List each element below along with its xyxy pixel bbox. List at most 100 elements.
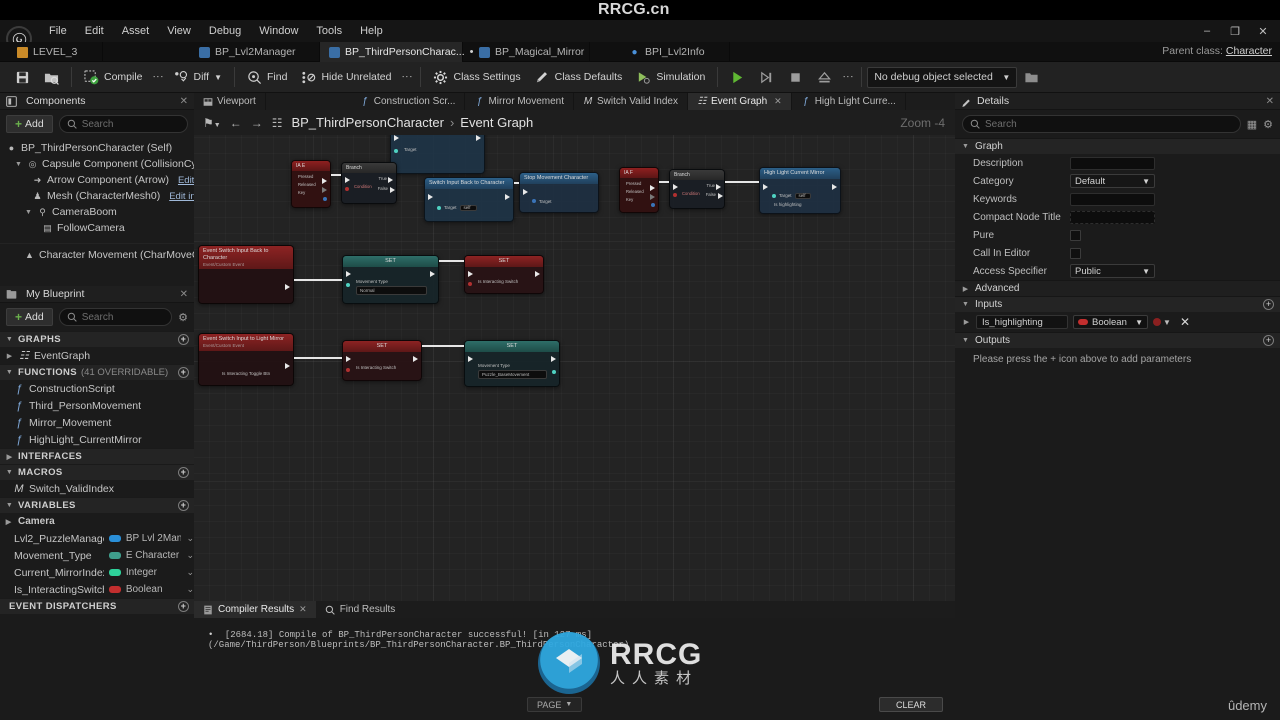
- component-row-followcamera[interactable]: ▤ FollowCamera: [0, 220, 194, 236]
- variable-row-movement-type[interactable]: Movement_Type E Character I ⌄: [0, 547, 194, 564]
- graph-tab-viewport[interactable]: Viewport: [194, 93, 266, 110]
- menu-item-edit[interactable]: Edit: [76, 22, 113, 40]
- node-combo-value[interactable]: Normal: [356, 285, 427, 295]
- graph-node-switch-input-to-mirror[interactable]: Switch Input Back to Mirror Target: [390, 135, 485, 174]
- component-row-arrow[interactable]: ➜ Arrow Component (Arrow) Edit in C++: [0, 172, 225, 188]
- add-macro-icon[interactable]: +: [178, 467, 189, 478]
- add-output-icon[interactable]: +: [1263, 335, 1274, 346]
- close-button[interactable]: ✕: [1250, 22, 1276, 40]
- minimize-button[interactable]: –: [1194, 22, 1220, 40]
- my-blueprint-search-input[interactable]: Search: [58, 308, 173, 326]
- graph-node-branch-1[interactable]: Branch Condition True False: [341, 162, 397, 205]
- function-item-highlight-currentmirror[interactable]: ƒ HighLight_CurrentMirror: [0, 431, 194, 448]
- graph-node-stop-movement[interactable]: Stop Movement Character Target: [519, 172, 599, 213]
- chevron-right-icon[interactable]: ▶: [4, 518, 13, 526]
- graph-node-high-light-current-mirror[interactable]: High Light Current Mirror Target self Is…: [759, 167, 841, 214]
- function-item-third-personmovement[interactable]: ƒ Third_PersonMovement: [0, 397, 194, 414]
- add-blueprint-item-button[interactable]: + Add: [6, 308, 53, 326]
- menu-item-debug[interactable]: Debug: [200, 22, 250, 40]
- menu-item-tools[interactable]: Tools: [307, 22, 351, 40]
- input-container-type[interactable]: ▼: [1153, 316, 1175, 329]
- graph-tab-construction-script[interactable]: ƒ Construction Scr...: [351, 93, 466, 110]
- menu-item-view[interactable]: View: [158, 22, 200, 40]
- menu-item-file[interactable]: File: [40, 22, 76, 40]
- eject-button[interactable]: [810, 64, 839, 90]
- debug-object-select[interactable]: No debug object selected ▼: [867, 66, 1018, 88]
- section-macros[interactable]: ▼ MACROS +: [0, 464, 194, 480]
- asset-tab-level3[interactable]: LEVEL_3: [8, 42, 103, 62]
- details-search-input[interactable]: Search: [962, 115, 1241, 133]
- macro-item-switch-validindex[interactable]: M Switch_ValidIndex: [0, 480, 194, 497]
- compile-options-dots[interactable]: ⋮: [150, 71, 167, 83]
- add-event-dispatcher-icon[interactable]: +: [178, 601, 189, 612]
- chevron-down-icon[interactable]: ▼: [14, 161, 23, 168]
- gear-icon[interactable]: ⚙: [178, 311, 188, 324]
- grid-view-icon[interactable]: ▦: [1247, 118, 1257, 131]
- section-graphs[interactable]: ▼ GRAPHS +: [0, 331, 194, 347]
- asset-tab-bpi-lvl2info[interactable]: ● BPI_Lvl2Info: [620, 42, 730, 62]
- find-button[interactable]: Find: [240, 64, 294, 90]
- add-function-icon[interactable]: +: [178, 367, 189, 378]
- graph-node-event-switch-input-back-to-character[interactable]: Event Switch Input Back to Character Eve…: [198, 245, 294, 305]
- close-icon[interactable]: ✕: [774, 96, 782, 107]
- call-in-editor-checkbox[interactable]: [1070, 247, 1081, 259]
- category-select[interactable]: Default ▼: [1070, 174, 1155, 188]
- add-variable-icon[interactable]: +: [178, 500, 189, 511]
- graph-node-set-movement-type-1[interactable]: SET Movement Type Normal: [342, 255, 439, 304]
- close-icon[interactable]: ✕: [180, 96, 188, 107]
- graph-node-event-switch-input-to-light-mirror[interactable]: Event Switch Input to Light Mirror Event…: [198, 333, 294, 386]
- variable-category-camera[interactable]: ▶ Camera: [0, 513, 194, 530]
- menu-item-window[interactable]: Window: [250, 22, 307, 40]
- simulation-button[interactable]: Simulation: [629, 64, 712, 90]
- keywords-input[interactable]: [1070, 192, 1155, 206]
- pure-checkbox[interactable]: [1070, 229, 1081, 241]
- visibility-toggle-icon[interactable]: ⌄: [186, 567, 194, 578]
- section-functions[interactable]: ▼ FUNCTIONS (41 OVERRIDABLE) +: [0, 364, 194, 380]
- chevron-down-icon[interactable]: ▼: [24, 209, 33, 216]
- browse-button[interactable]: [37, 64, 66, 90]
- component-row-capsule[interactable]: ▼ ◎ Capsule Component (CollisionCylinder…: [0, 156, 226, 172]
- node-combo-value[interactable]: Puzzle_BaseMovement: [478, 369, 547, 379]
- asset-tab-bp-thirdpersoncharacter[interactable]: BP_ThirdPersonCharac... • ✕: [320, 42, 489, 62]
- graph-tab-switch-valid-index[interactable]: M Switch Valid Index: [574, 93, 688, 110]
- graph-node-input-key-1[interactable]: IA E Pressed Released Key: [291, 160, 331, 209]
- compact-node-title-input[interactable]: [1070, 210, 1155, 224]
- details-section-advanced[interactable]: ▶ Advanced: [955, 280, 1280, 296]
- asset-tab-bp-magical-mirror[interactable]: BP_Magical_Mirror: [470, 42, 590, 62]
- add-input-icon[interactable]: +: [1263, 299, 1274, 310]
- input-name-field[interactable]: Is_highlighting: [976, 315, 1068, 329]
- class-settings-button[interactable]: Class Settings: [426, 64, 527, 90]
- section-variables[interactable]: ▼ VARIABLES +: [0, 497, 194, 513]
- details-section-outputs[interactable]: ▼ Outputs +: [955, 332, 1280, 348]
- chevron-right-icon[interactable]: ▶: [962, 318, 971, 326]
- component-row-self[interactable]: ● BP_ThirdPersonCharacter (Self): [0, 140, 194, 156]
- variable-row-is-interactingswitch[interactable]: Is_InteractingSwitch Boolean ⌄: [0, 581, 194, 598]
- input-type-select[interactable]: Boolean ▼: [1073, 315, 1148, 329]
- function-item-mirror-movement[interactable]: ƒ Mirror_Movement: [0, 414, 194, 431]
- menu-item-asset[interactable]: Asset: [113, 22, 159, 40]
- maximize-button[interactable]: ❐: [1222, 22, 1248, 40]
- description-input[interactable]: [1070, 156, 1155, 170]
- section-event-dispatchers[interactable]: EVENT DISPATCHERS +: [0, 598, 194, 614]
- component-row-mesh[interactable]: ♟ Mesh (CharacterMesh0) Edit in C++: [0, 188, 216, 204]
- page-dropdown-button[interactable]: PAGE ▼: [527, 697, 583, 712]
- graph-node-branch-2[interactable]: Branch Condition True False: [669, 169, 725, 210]
- component-row-cameraboom[interactable]: ▼ ⚲ CameraBoom: [0, 204, 194, 220]
- visibility-toggle-icon[interactable]: ⌄: [186, 550, 194, 561]
- results-tab-find[interactable]: Find Results: [316, 601, 405, 618]
- chevron-right-icon[interactable]: ▶: [5, 352, 14, 360]
- bookmark-icon[interactable]: ⚑▼: [203, 116, 221, 130]
- details-section-graph[interactable]: ▼ Graph: [955, 138, 1280, 154]
- play-button[interactable]: [723, 64, 752, 90]
- node-target-value[interactable]: self: [459, 204, 477, 211]
- clear-button[interactable]: CLEAR: [878, 697, 943, 712]
- visibility-toggle-icon[interactable]: ⌄: [186, 533, 194, 544]
- compile-button[interactable]: Compile: [77, 64, 150, 90]
- play-options-dots[interactable]: ⋮: [839, 71, 856, 83]
- gear-icon[interactable]: ⚙: [1263, 118, 1273, 131]
- close-icon[interactable]: ✕: [1266, 96, 1274, 107]
- class-defaults-button[interactable]: Class Defaults: [528, 64, 630, 90]
- graph-item-eventgraph[interactable]: ▶ ☷ EventGraph: [0, 347, 194, 364]
- blueprint-canvas[interactable]: BLUEPRINT Switch Input Back to Mirror Ta…: [194, 135, 955, 601]
- graph-tab-high-light-current[interactable]: ƒ High Light Curre...: [792, 93, 906, 110]
